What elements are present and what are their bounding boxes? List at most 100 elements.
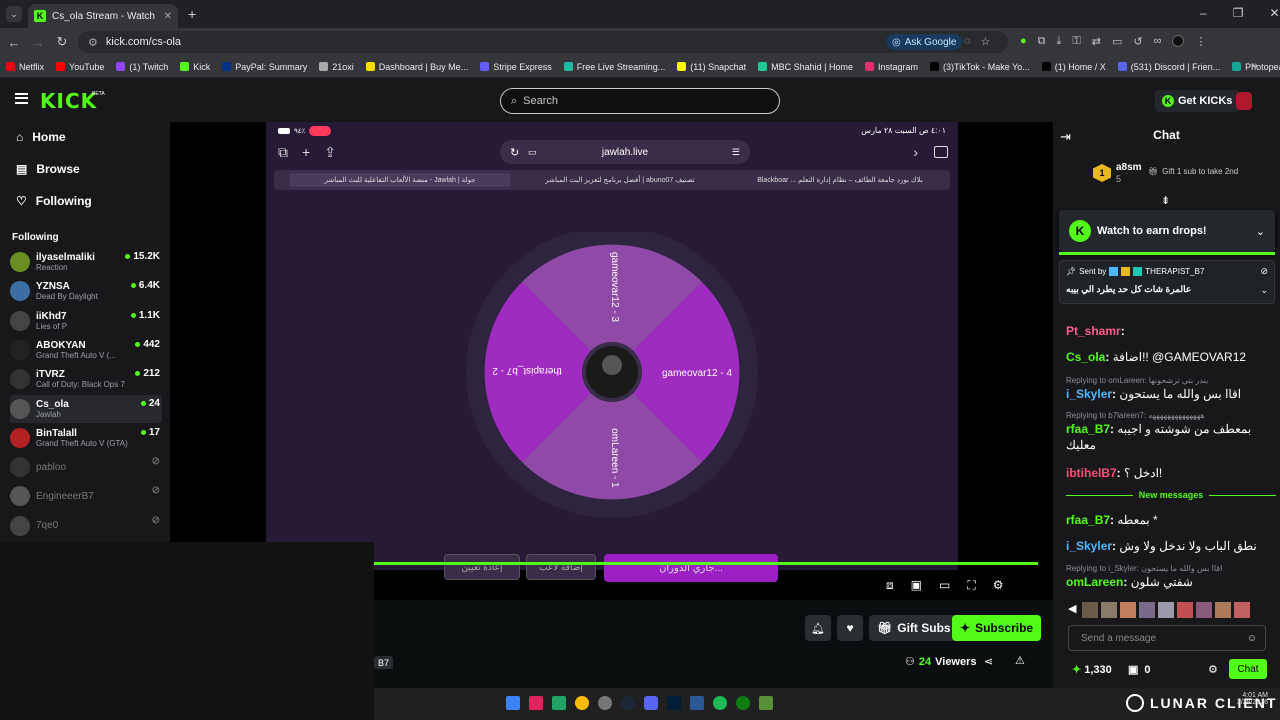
download-icon[interactable]: ⤓ — [1057, 35, 1062, 48]
history-icon[interactable]: ↺ — [1133, 35, 1142, 48]
photoshop-icon[interactable] — [667, 696, 681, 710]
sidebar-item-browse[interactable]: ▤ Browse — [16, 162, 80, 176]
follow-heart-button[interactable]: ♥ — [837, 615, 863, 641]
reply-context[interactable]: Replying to i_Skyler: اقاا بس والله ما ي… — [1066, 564, 1222, 573]
following-item[interactable]: EngineeerB7 ⊘ — [10, 482, 162, 510]
bookmark-star-icon[interactable]: ☆ — [981, 35, 991, 48]
following-item[interactable]: iTVRZ Call of Duty: Black Ops 7 212 — [10, 365, 162, 393]
fullscreen-icon[interactable]: ⛶ — [967, 578, 975, 593]
chat-username[interactable]: i_Skyler — [1066, 539, 1112, 553]
address-bar[interactable]: ⚙ kick.com/cs-ola — [78, 31, 1008, 53]
forward-button[interactable]: → — [26, 30, 50, 54]
app-icon[interactable] — [552, 696, 566, 710]
bookmark-item[interactable]: (1) Twitch — [116, 62, 168, 72]
chat-username[interactable]: i_Skyler — [1066, 387, 1112, 401]
bookmark-item[interactable]: YouTube — [56, 62, 104, 72]
emote[interactable] — [1101, 602, 1118, 618]
tab-search-button[interactable]: ⌄ — [6, 6, 22, 22]
drops-banner[interactable]: K Watch to earn drops! ⌄ — [1059, 210, 1275, 252]
app-icon[interactable] — [690, 696, 704, 710]
password-key-icon[interactable]: ⚿ — [1072, 35, 1080, 48]
emoji-icon[interactable]: ☺ — [1247, 633, 1257, 644]
theater-mode-icon[interactable]: ▭ — [939, 578, 950, 593]
tab-close-icon[interactable]: ✕ — [164, 11, 172, 22]
extension-green-icon[interactable]: ● — [1020, 35, 1027, 48]
chevron-down-icon[interactable]: ⌄ — [1256, 225, 1265, 238]
browser-tab-active[interactable]: K Cs_ola Stream - Watch Live on K ✕ — [28, 4, 178, 28]
bookmark-item[interactable]: PayPal: Summary — [222, 62, 307, 72]
card-icon[interactable]: ▭ — [1112, 35, 1122, 48]
back-button[interactable]: ← — [2, 30, 26, 54]
chat-username[interactable]: ibtihelB7 — [1066, 466, 1117, 480]
steam-icon[interactable] — [621, 696, 635, 710]
bookmark-item[interactable]: Kick — [180, 62, 210, 72]
chat-message[interactable]: i_Skyler: اقاا بس والله ما يستحون — [1066, 386, 1276, 402]
taskbar-clock[interactable]: 4:01 AM 3/28/2026 — [1237, 692, 1268, 706]
bookmark-item[interactable]: Instagram — [865, 62, 918, 72]
bookmark-item[interactable]: Free Live Streaming... — [563, 62, 665, 72]
reply-context[interactable]: Replying to omLareen: بندر بتي ترشحونها — [1066, 376, 1208, 385]
xbox-icon[interactable] — [736, 696, 750, 710]
chat-message[interactable]: Cs_ola: اضافة!! @GAMEOVAR12 — [1066, 349, 1276, 365]
bookmark-item[interactable]: (531) Discord | Frien... — [1117, 62, 1220, 72]
following-item[interactable]: pabloo ⊘ — [10, 453, 162, 481]
eye-off-icon[interactable]: ◌ — [964, 35, 971, 48]
following-item[interactable]: Cs_ola Jawlah 24 — [10, 394, 162, 423]
report-warning-icon[interactable]: ⚠ — [1015, 654, 1025, 667]
following-item[interactable]: 7qe0 ⊘ — [10, 512, 162, 540]
chat-username[interactable]: omLareen — [1066, 575, 1123, 589]
extensions-icon[interactable]: ⧉ — [1038, 35, 1046, 48]
chat-username[interactable]: rfaa_B7 — [1066, 422, 1110, 436]
chat-message[interactable]: rfaa_B7: بمعطه * — [1066, 512, 1276, 528]
speaker-icon[interactable]: ◀ — [1068, 602, 1076, 618]
minecraft-icon[interactable] — [759, 696, 773, 710]
chevron-down-icon[interactable]: ⌄ — [1260, 285, 1268, 296]
translate-icon[interactable]: ⇄ — [1092, 35, 1101, 48]
settings-gear-icon[interactable]: ⚙ — [993, 578, 1004, 593]
channel-points[interactable]: ✦ 1,330 — [1072, 663, 1112, 677]
hamburger-menu-icon[interactable] — [15, 93, 28, 104]
chat-input[interactable]: Send a message ☺ — [1068, 625, 1266, 651]
discord-icon[interactable] — [644, 696, 658, 710]
reply-context[interactable]: Replying to b7lareen7: ههههههههههههههه — [1066, 411, 1205, 420]
bookmark-item[interactable]: Dashboard | Buy Me... — [365, 62, 468, 72]
video-progress-bar[interactable] — [374, 562, 1038, 565]
drops-count[interactable]: ▣ 0 — [1128, 663, 1151, 677]
chat-username[interactable]: rfaa_B7 — [1066, 513, 1110, 527]
chat-message[interactable]: i_Skyler: نطق الباب ولا ندخل ولا وش — [1066, 538, 1276, 554]
bookmark-item[interactable]: (11) Snapchat — [677, 62, 746, 72]
subscribe-button[interactable]: ✦ Subscribe — [952, 615, 1042, 641]
emote[interactable] — [1196, 602, 1213, 618]
chat-username[interactable]: Cs_ola — [1066, 350, 1105, 364]
bookmark-item[interactable]: Stripe Express — [480, 62, 552, 72]
share-icon[interactable]: ⋖ — [984, 655, 993, 668]
top-gifter-name[interactable]: a8sm — [1116, 162, 1142, 173]
app-icon[interactable] — [598, 696, 612, 710]
app-icon[interactable] — [529, 696, 543, 710]
gift-subs-button[interactable]: 🎁︎ Gift Subs — [869, 615, 959, 641]
chat-settings-icon[interactable]: ⚙ — [1208, 663, 1218, 676]
get-kicks-button[interactable]: K Get KICKs — [1155, 90, 1240, 112]
following-item[interactable]: BinTalall Grand Theft Auto V (GTA) 17 — [10, 424, 162, 452]
search-input[interactable]: ⌕ Search — [500, 88, 780, 114]
emote-strip[interactable]: ◀ — [1068, 602, 1251, 618]
ask-google-button[interactable]: ◎ Ask Google — [886, 34, 963, 50]
bookmark-item[interactable]: 21oxi — [319, 62, 354, 72]
bookmark-item[interactable]: (1) Home / X — [1041, 62, 1106, 72]
sidebar-item-following[interactable]: ♡ Following — [16, 194, 92, 208]
link-icon[interactable]: ∞ — [1154, 35, 1162, 48]
emote[interactable] — [1139, 602, 1156, 618]
user-avatar[interactable] — [1236, 92, 1252, 110]
following-item[interactable]: iiKhd7 Lies of P 1.1K — [10, 307, 162, 335]
pin-toggle-icon[interactable]: ⇟ — [1161, 194, 1170, 207]
chrome-icon[interactable] — [575, 696, 589, 710]
chat-message[interactable]: Pt_shamr: — [1066, 323, 1276, 339]
spotify-icon[interactable] — [713, 696, 727, 710]
bookmark-item[interactable]: MBC Shahid | Home — [758, 62, 853, 72]
stream-tag[interactable]: B7 — [374, 656, 394, 669]
kick-logo[interactable]: KICK — [40, 89, 97, 113]
emote[interactable] — [1177, 602, 1194, 618]
unpin-icon[interactable]: ⊘ — [1260, 266, 1268, 277]
emote[interactable] — [1234, 602, 1251, 618]
site-info-icon[interactable]: ⚙ — [88, 36, 98, 49]
